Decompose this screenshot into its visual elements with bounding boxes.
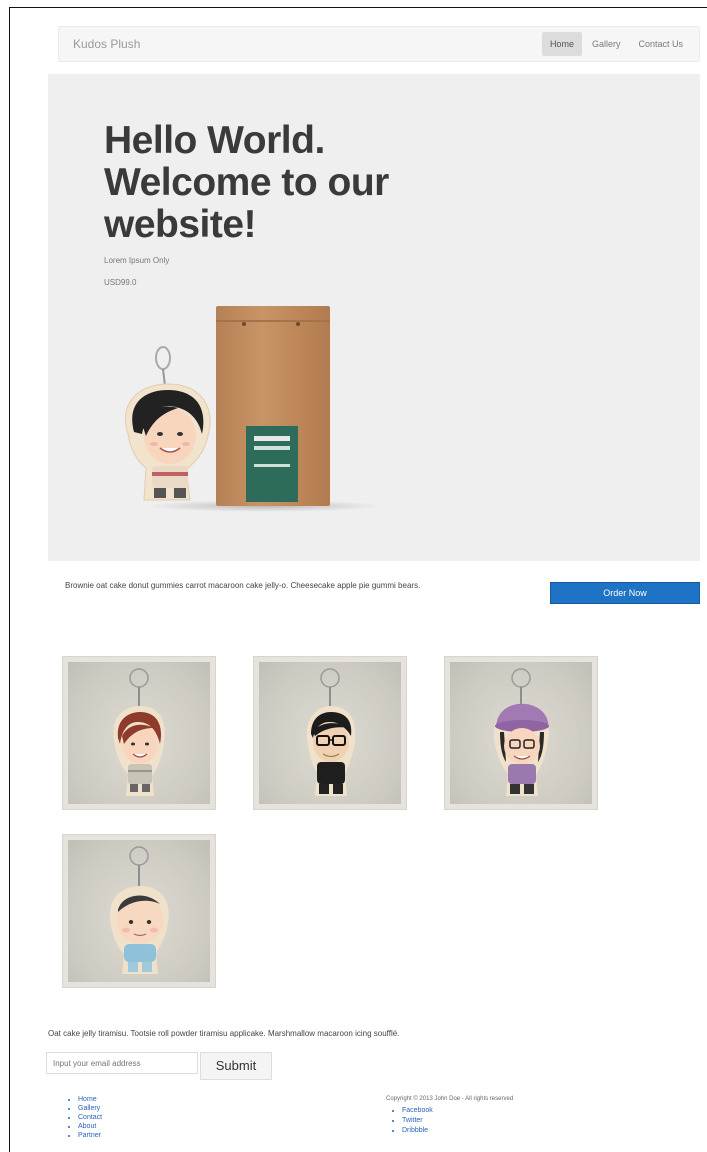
nav-menu: Home Gallery Contact Us: [541, 32, 691, 56]
newsletter-text: Oat cake jelly tiramisu. Tootsie roll po…: [48, 1029, 400, 1038]
social-link-facebook[interactable]: Facebook: [402, 1106, 433, 1116]
keychain-girl-red-hair-image: [113, 668, 165, 796]
copyright-text: Copyright © 2013 John Doe - All rights r…: [386, 1096, 514, 1102]
keychain-girl-purple-hat-image: [493, 668, 549, 796]
email-input[interactable]: [46, 1052, 198, 1074]
gallery-item[interactable]: [253, 656, 407, 810]
hero-title: Hello World. Welcome to our website!: [104, 119, 389, 246]
brand-logo[interactable]: Kudos Plush: [73, 37, 140, 51]
hero-subtitle: Lorem Ipsum Only: [104, 256, 170, 265]
footer-link-partner[interactable]: Partner: [78, 1131, 102, 1140]
gallery-item[interactable]: [62, 834, 216, 988]
nav-item-contact[interactable]: Contact Us: [630, 32, 691, 56]
footer-link-gallery[interactable]: Gallery: [78, 1104, 102, 1113]
hero-price: USD99.0: [104, 278, 137, 287]
social-link-dribbble[interactable]: Dribbble: [402, 1126, 433, 1136]
footer-link-contact[interactable]: Contact: [78, 1113, 102, 1122]
hero-section: Hello World. Welcome to our website! Lor…: [48, 74, 700, 561]
top-navbar: Kudos Plush Home Gallery Contact Us: [58, 26, 700, 62]
gallery-item[interactable]: [62, 656, 216, 810]
footer-nav-list: Home Gallery Contact About Partner: [70, 1095, 102, 1140]
keychain-boy-glasses-image: [306, 668, 356, 796]
social-links-list: Facebook Twitter Dribbble: [394, 1106, 433, 1136]
keychain-baby-image: [109, 846, 169, 974]
nav-item-gallery[interactable]: Gallery: [584, 32, 629, 56]
keychain-figure-image: [124, 346, 211, 501]
order-description: Brownie oat cake donut gummies carrot ma…: [65, 581, 421, 590]
page: Kudos Plush Home Gallery Contact Us Hell…: [9, 7, 707, 1152]
social-link-twitter[interactable]: Twitter: [402, 1116, 433, 1126]
package-label-image: [246, 426, 298, 502]
submit-button[interactable]: Submit: [200, 1052, 272, 1080]
footer-link-about[interactable]: About: [78, 1122, 102, 1131]
gallery-item[interactable]: [444, 656, 598, 810]
order-now-button[interactable]: Order Now: [550, 582, 700, 604]
nav-item-home[interactable]: Home: [541, 32, 582, 56]
footer-link-home[interactable]: Home: [78, 1095, 102, 1104]
